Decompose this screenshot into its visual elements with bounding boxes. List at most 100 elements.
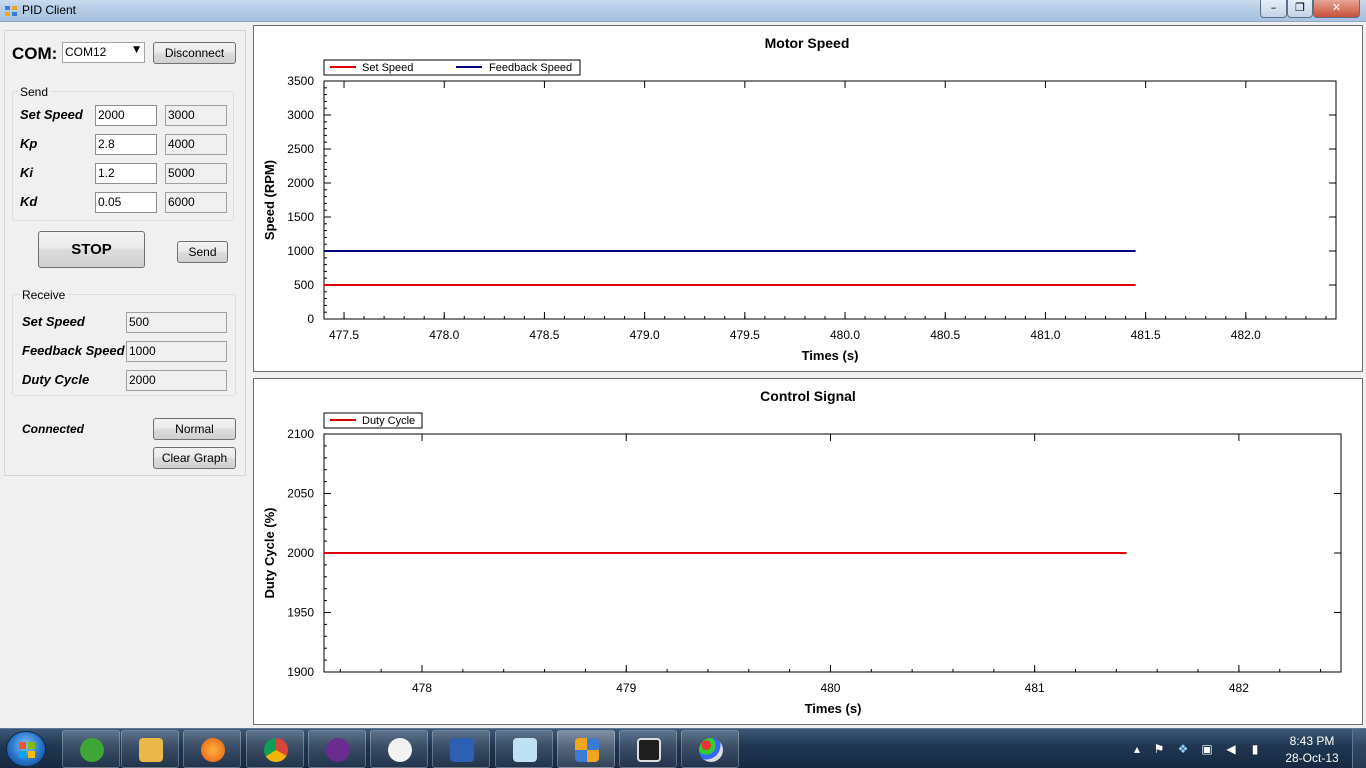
volume-icon[interactable]: ◀ [1224,742,1238,756]
media-player-icon [139,738,163,762]
taskbar-yahoo-messenger[interactable] [308,730,366,768]
taskbar-hma-vpn[interactable] [432,730,490,768]
taskbar-foobar-fox[interactable] [370,730,428,768]
window-title: PID Client [22,3,77,17]
pid-client-icon [575,738,599,762]
taskbar-chrome[interactable] [246,730,304,768]
clear-graph-button[interactable]: Clear Graph [153,447,236,469]
chart1-ytick-label: 0 [307,312,314,326]
network-signal-icon[interactable]: ▮ [1248,742,1262,756]
chart1-ytick-label: 2500 [287,142,314,156]
chart1-xtick-label: 478.5 [529,328,559,342]
com-port-value: COM12 [65,45,107,59]
kp-input[interactable]: 2.8 [95,134,157,155]
dropbox-icon[interactable]: ❖ [1176,742,1190,756]
chart1-ytick-label: 1000 [287,244,314,258]
chart2-xtick-label: 482 [1229,681,1249,695]
send-button[interactable]: Send [177,241,228,263]
ki-preset[interactable]: 5000 [165,163,227,184]
chart1-xtick-label: 477.5 [329,328,359,342]
show-hidden-icons-icon[interactable]: ▴ [1130,742,1144,756]
chart2-ytick-label: 2000 [287,546,314,560]
chart1-xtick-label: 481.0 [1030,328,1060,342]
clock-time[interactable]: 8:43 PM [1280,734,1344,748]
chart1-plot-area [323,80,1337,320]
chart1-xlabel: Times (s) [802,348,859,363]
firefox-icon [201,738,225,762]
taskbar-notes-app[interactable] [495,730,553,768]
kd-input[interactable]: 0.05 [95,192,157,213]
chart1-legend: Set Speed Feedback Speed [323,59,581,76]
disconnect-button[interactable]: Disconnect [153,42,236,64]
kp-preset[interactable]: 4000 [165,134,227,155]
chart2-ytick-label: 1950 [287,606,314,620]
motor-speed-chart: Motor Speed 0 500 1000 1500 2000 2500 3000 3500… [262,35,1337,363]
chart1-ytick-label: 1500 [287,210,314,224]
hma-icon [450,738,474,762]
stop-button[interactable]: STOP [38,231,145,268]
minimize-button[interactable]: – [1260,0,1287,18]
taskbar-pid-client[interactable] [557,730,615,768]
chart1-ylabel: Speed (RPM) [262,160,277,240]
chart1-title: Motor Speed [765,35,850,51]
set-speed-input[interactable]: 2000 [95,105,157,126]
legend-feedback-speed-label: Feedback Speed [489,62,572,74]
window-title-bar[interactable]: PID Client – ❐ ✕ [0,0,1366,22]
show-desktop-button[interactable] [1352,729,1366,768]
chrome-icon [264,738,288,762]
chart1-ticks: 0 500 1000 1500 2000 2500 3000 3500 477.5 478.0 47… [287,74,1336,342]
taskbar-clover-app[interactable] [62,730,120,768]
com-port-select[interactable]: COM12 ▼ [62,42,145,63]
recv-duty-cycle-value: 2000 [126,370,227,391]
taskbar-firefox[interactable] [183,730,241,768]
connection-status: Connected [22,422,85,436]
chart2-ytick-label: 1900 [287,665,314,679]
action-center-flag-icon[interactable]: ⚑ [1152,742,1166,756]
windows-logo-icon [19,742,35,758]
set-speed-label: Set Speed [20,107,83,122]
kp-label: Kp [20,136,38,151]
safely-remove-hardware-icon[interactable]: ▣ [1200,742,1214,756]
chart1-xtick-label: 479.0 [630,328,660,342]
chart2-legend: Duty Cycle [323,412,423,429]
motor-speed-chart-panel[interactable]: Motor Speed 0 500 1000 1500 2000 2500 3000 3500… [253,25,1363,372]
recv-feedback-speed-label: Feedback Speed [22,343,125,358]
chevron-down-icon: ▼ [133,45,140,55]
chart2-xtick-label: 481 [1025,681,1045,695]
app-icon [5,6,17,16]
ki-label: Ki [20,165,33,180]
taskbar-media-center[interactable] [121,730,179,768]
kd-label: Kd [20,194,38,209]
fox-icon [388,738,412,762]
legend-duty-cycle-label: Duty Cycle [362,415,415,427]
normal-button[interactable]: Normal [153,418,236,440]
recv-feedback-speed-value: 1000 [126,341,227,362]
control-signal-chart: Control Signal 1900 1950 2000 2050 2100 478 47… [262,388,1342,716]
taskbar-console-app[interactable] [619,730,677,768]
ki-input[interactable]: 1.2 [95,163,157,184]
chart2-ticks: 1900 1950 2000 2050 2100 478 479 480 481 482 [287,427,1341,695]
clover-icon [80,738,104,762]
maximize-button[interactable]: ❐ [1287,0,1313,18]
clock-date[interactable]: 28-Oct-13 [1280,751,1344,765]
start-button[interactable] [6,731,46,767]
chart1-ytick-label: 3000 [287,108,314,122]
chart2-ytick-label: 2100 [287,427,314,441]
yahoo-messenger-icon [326,738,350,762]
chart2-ytick-label: 2050 [287,487,314,501]
chart1-series [324,250,1136,286]
chart2-ylabel: Duty Cycle (%) [262,507,277,598]
set-speed-preset[interactable]: 3000 [165,105,227,126]
receive-group-title: Receive [20,288,68,302]
chart1-ytick-label: 3500 [287,74,314,88]
taskbar: ▴ ⚑ ❖ ▣ ◀ ▮ 8:43 PM 28-Oct-13 [0,728,1366,768]
monitor-icon [637,738,661,762]
taskbar-paint-app[interactable] [681,730,739,768]
recv-set-speed-label: Set Speed [22,314,85,329]
recv-duty-cycle-label: Duty Cycle [22,372,90,387]
kd-preset[interactable]: 6000 [165,192,227,213]
com-label: COM: [12,44,58,63]
control-signal-chart-panel[interactable]: Control Signal 1900 1950 2000 2050 2100 478 47… [253,378,1363,725]
chart2-xtick-label: 478 [412,681,432,695]
close-button[interactable]: ✕ [1313,0,1360,18]
